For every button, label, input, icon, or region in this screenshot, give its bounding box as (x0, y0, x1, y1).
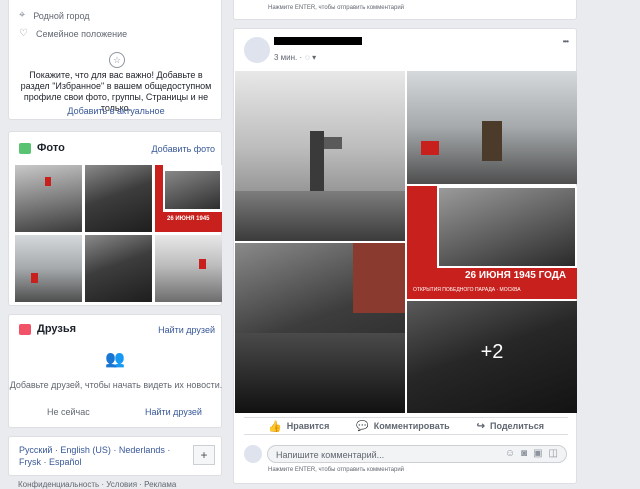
hometown-row[interactable]: ⌖ Родной город (19, 9, 90, 22)
comment-placeholder: Напишите комментарий... (276, 450, 385, 460)
friends-empty-text: Добавьте друзей, чтобы начать видеть их … (9, 380, 223, 390)
photo-thumb-1[interactable] (15, 165, 82, 232)
photos-title: Фото (37, 142, 65, 154)
poster-subtext: ОТКРЫТИЯ ПОБЕДНОГО ПАРАДА · МОСКВА (413, 287, 521, 293)
heart-icon: ♡ (19, 28, 28, 39)
camera-icon[interactable]: ◙ (521, 448, 527, 459)
photo-thumb-4[interactable] (15, 235, 82, 302)
comment-tools: ☺ ◙ ▣ ◫ (505, 448, 558, 459)
poster-title: 26 ИЮНЯ 1945 ГОДА (465, 270, 567, 281)
post-time[interactable]: 3 мин. · ◌ ▾ (274, 53, 316, 62)
photo-thumb-6[interactable] (155, 235, 222, 302)
friends-title: Друзья (37, 323, 77, 335)
enter-hint: Нажмите ENTER, чтобы отправить комментар… (268, 467, 405, 473)
action-bar: 👍 Нравится 💬 Комментировать ↪ Поделиться (244, 417, 568, 435)
add-featured-link[interactable]: Добавить в актуальное (9, 106, 223, 116)
thumbs-up-icon: 👍 (268, 420, 282, 433)
post-photo-1[interactable] (235, 71, 405, 241)
author-name-redacted[interactable] (274, 37, 362, 45)
post-photo-3[interactable]: 26 ИЮНЯ 1945 ГОДА ОТКРЫТИЯ ПОБЕДНОГО ПАР… (407, 186, 577, 299)
people-icon: 👥 (105, 351, 125, 368)
like-button[interactable]: 👍 Нравится (268, 420, 329, 433)
comment-input[interactable]: Напишите комментарий... ☺ ◙ ▣ ◫ (267, 445, 567, 463)
photo-thumb-2[interactable] (85, 165, 152, 232)
post-photo-4[interactable] (235, 243, 405, 413)
post-card: 3 мин. · ◌ ▾ ••• 26 ИЮНЯ 1945 ГОДА ОТКРЫ… (233, 28, 577, 484)
post-photo-5-more[interactable]: +2 (407, 301, 577, 413)
add-language-button[interactable]: + (193, 445, 215, 465)
avatar[interactable] (244, 37, 270, 63)
photo-thumb-3[interactable]: 26 ИЮНЯ 1945 (155, 165, 222, 232)
comment-icon: 💬 (356, 420, 369, 432)
friends-card: Друзья Найти друзей 👥 Добавьте друзей, ч… (8, 314, 222, 428)
previous-post-card: Нажмите ENTER, чтобы отправить комментар… (233, 0, 577, 20)
photo-thumb-5[interactable] (85, 235, 152, 302)
find-friends-link[interactable]: Найти друзей (158, 325, 215, 335)
emoji-icon[interactable]: ☺ (505, 448, 515, 459)
share-button[interactable]: ↪ Поделиться (477, 421, 544, 432)
share-icon: ↪ (476, 420, 485, 432)
top-enter-hint: Нажмите ENTER, чтобы отправить комментар… (268, 5, 405, 11)
post-more-button[interactable]: ••• (563, 37, 569, 46)
location-icon: ⌖ (19, 9, 26, 21)
intro-card: ⌖ Родной город ♡ Семейное положение ☆ По… (8, 0, 222, 120)
family-row[interactable]: ♡ Семейное положение (19, 28, 127, 39)
post-photo-2[interactable] (407, 71, 577, 184)
photos-icon (19, 142, 31, 154)
family-label: Семейное положение (35, 28, 128, 39)
more-photos-count: +2 (480, 341, 504, 363)
friends-header: Друзья (19, 323, 76, 335)
star-icon: ☆ (109, 52, 125, 68)
comment-avatar (244, 445, 262, 463)
comment-button[interactable]: 💬 Комментировать (356, 421, 449, 432)
gif-icon[interactable]: ▣ (533, 448, 542, 459)
friends-icon (19, 323, 31, 335)
not-now-button[interactable]: Не сейчас (47, 407, 90, 417)
privacy-icon[interactable]: ◌ ▾ (305, 53, 316, 62)
language-list[interactable]: Русский · English (US) · Nederlands · Fr… (19, 444, 179, 468)
sticker-icon[interactable]: ◫ (549, 448, 558, 459)
hometown-label: Родной город (33, 10, 90, 21)
languages-card: Русский · English (US) · Nederlands · Fr… (8, 436, 222, 476)
find-friends-button[interactable]: Найти друзей (145, 407, 202, 417)
add-photo-link[interactable]: Добавить фото (151, 144, 215, 154)
footer-links[interactable]: Конфиденциальность · Условия · Реклама (18, 480, 176, 489)
poster-date-label: 26 ИЮНЯ 1945 (167, 216, 210, 222)
photos-card: Фото Добавить фото 26 ИЮНЯ 1945 (8, 131, 222, 306)
photos-header: Фото (19, 142, 65, 154)
